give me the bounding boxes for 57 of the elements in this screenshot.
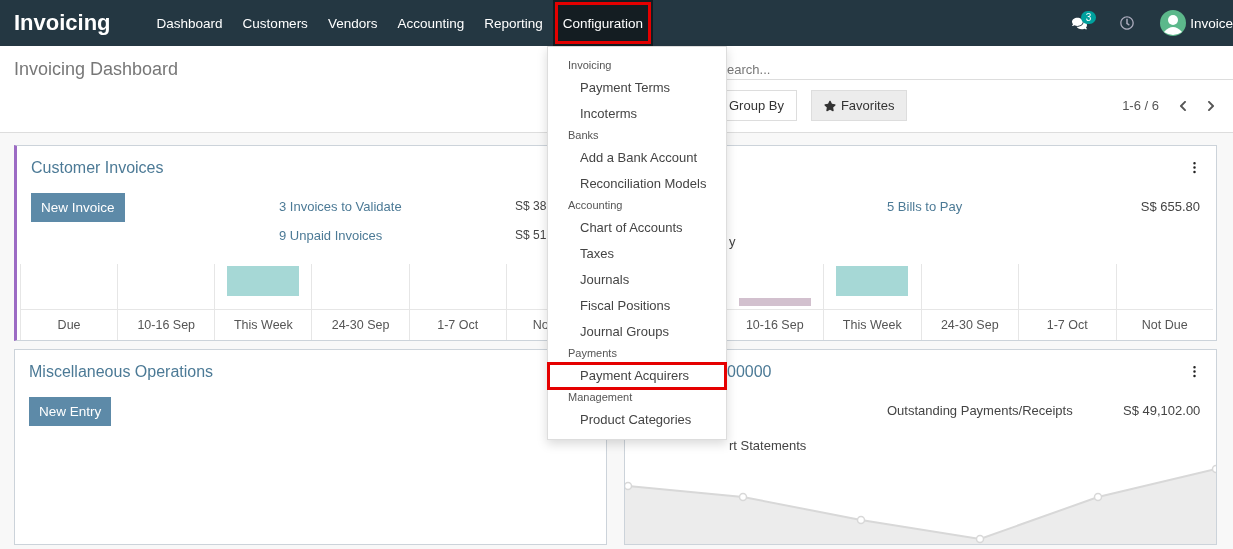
new-record-button[interactable]: New Invoice [31, 193, 125, 222]
dropdown-menu-item[interactable]: Chart of Accounts [548, 215, 726, 241]
card-title[interactable]: Customer Invoices [31, 157, 164, 177]
dropdown-menu-item[interactable]: Journal Groups [548, 319, 726, 345]
graph-label: This Week [841, 317, 903, 332]
card-title[interactable]: Miscellaneous Operations [29, 361, 214, 381]
nav-menu-item[interactable]: Accounting [387, 0, 475, 46]
star-icon [823, 99, 836, 112]
graph-label: Due [56, 317, 82, 332]
app-brand: Invoicing [14, 10, 111, 36]
graph-point [856, 515, 866, 525]
graph-label: 24-30 Sep [939, 317, 1000, 332]
dropdown-menu-item[interactable]: Fiscal Positions [548, 293, 726, 319]
nav-menu-item[interactable]: Reporting [474, 0, 553, 46]
dropdown-menu-item[interactable]: Taxes [548, 241, 726, 267]
graph-label: 10-16 Sep [744, 317, 805, 332]
dropdown-menu-item[interactable]: Journals [548, 267, 726, 293]
next-page-button[interactable] [1205, 99, 1217, 112]
nav-menu-item[interactable]: Dashboard [146, 0, 233, 46]
menu-section-header: Invoicing [567, 58, 613, 73]
clock-icon[interactable] [1120, 16, 1135, 30]
dashboard-link[interactable]: 5 Bills to Pay [887, 188, 1123, 214]
graph-label: 1-7 Oct [436, 317, 480, 332]
nav-menu-item[interactable]: Vendors [317, 0, 388, 46]
dropdown-menu-item[interactable]: Reconciliation Models [548, 171, 726, 197]
graph-label: Not Due [1140, 317, 1189, 332]
graph-point [1093, 492, 1103, 502]
previous-page-button[interactable] [1177, 99, 1189, 112]
graph-label: 10-16 Sep [136, 317, 197, 332]
stat-label: Outstanding Payments/Receipts [887, 402, 1074, 418]
new-record-button[interactable]: New Entry [29, 397, 112, 426]
graph-label: 1-7 Oct [1045, 317, 1089, 332]
dropdown-menu-item[interactable]: Add a Bank Account [548, 145, 726, 171]
menu-section-header: Accounting [567, 198, 624, 213]
graph-label: 24-30 Sep [330, 317, 391, 332]
card-note: y [728, 234, 737, 249]
favorites-button[interactable]: Favorites [810, 90, 908, 121]
menu-section-header: Management [567, 390, 634, 405]
user-avatar-icon[interactable] [1160, 10, 1187, 36]
chat-icon[interactable] [1071, 15, 1087, 31]
card-note: rt Statements [728, 438, 808, 453]
pager-count: 1-6 / 6 [1122, 98, 1159, 113]
dropdown-menu-item[interactable]: Payment Acquirers [548, 363, 726, 389]
dropdown-menu-item[interactable]: Product Categories [548, 407, 726, 433]
nav-menu-item[interactable]: Configuration [552, 0, 654, 46]
graph-label: This Week [233, 317, 294, 332]
menu-section-header: Payments [567, 346, 618, 361]
dashboard-link[interactable]: 3 Invoices to Validate [279, 188, 515, 214]
breadcrumb-title: Invoicing Dashboard [14, 59, 179, 79]
message-count-badge: 3 [1080, 10, 1097, 24]
dashboard-link[interactable]: 9 Unpaid Invoices [279, 217, 515, 243]
amount-value: S$ 655.80 [1139, 198, 1200, 214]
graph-point [738, 492, 748, 502]
nav-menu-item[interactable]: Customers [232, 0, 318, 46]
menu-section-header: Banks [567, 128, 600, 143]
user-name[interactable]: Invoice [1190, 15, 1233, 31]
amount-value: S$ 49,102.00 [1123, 402, 1200, 418]
